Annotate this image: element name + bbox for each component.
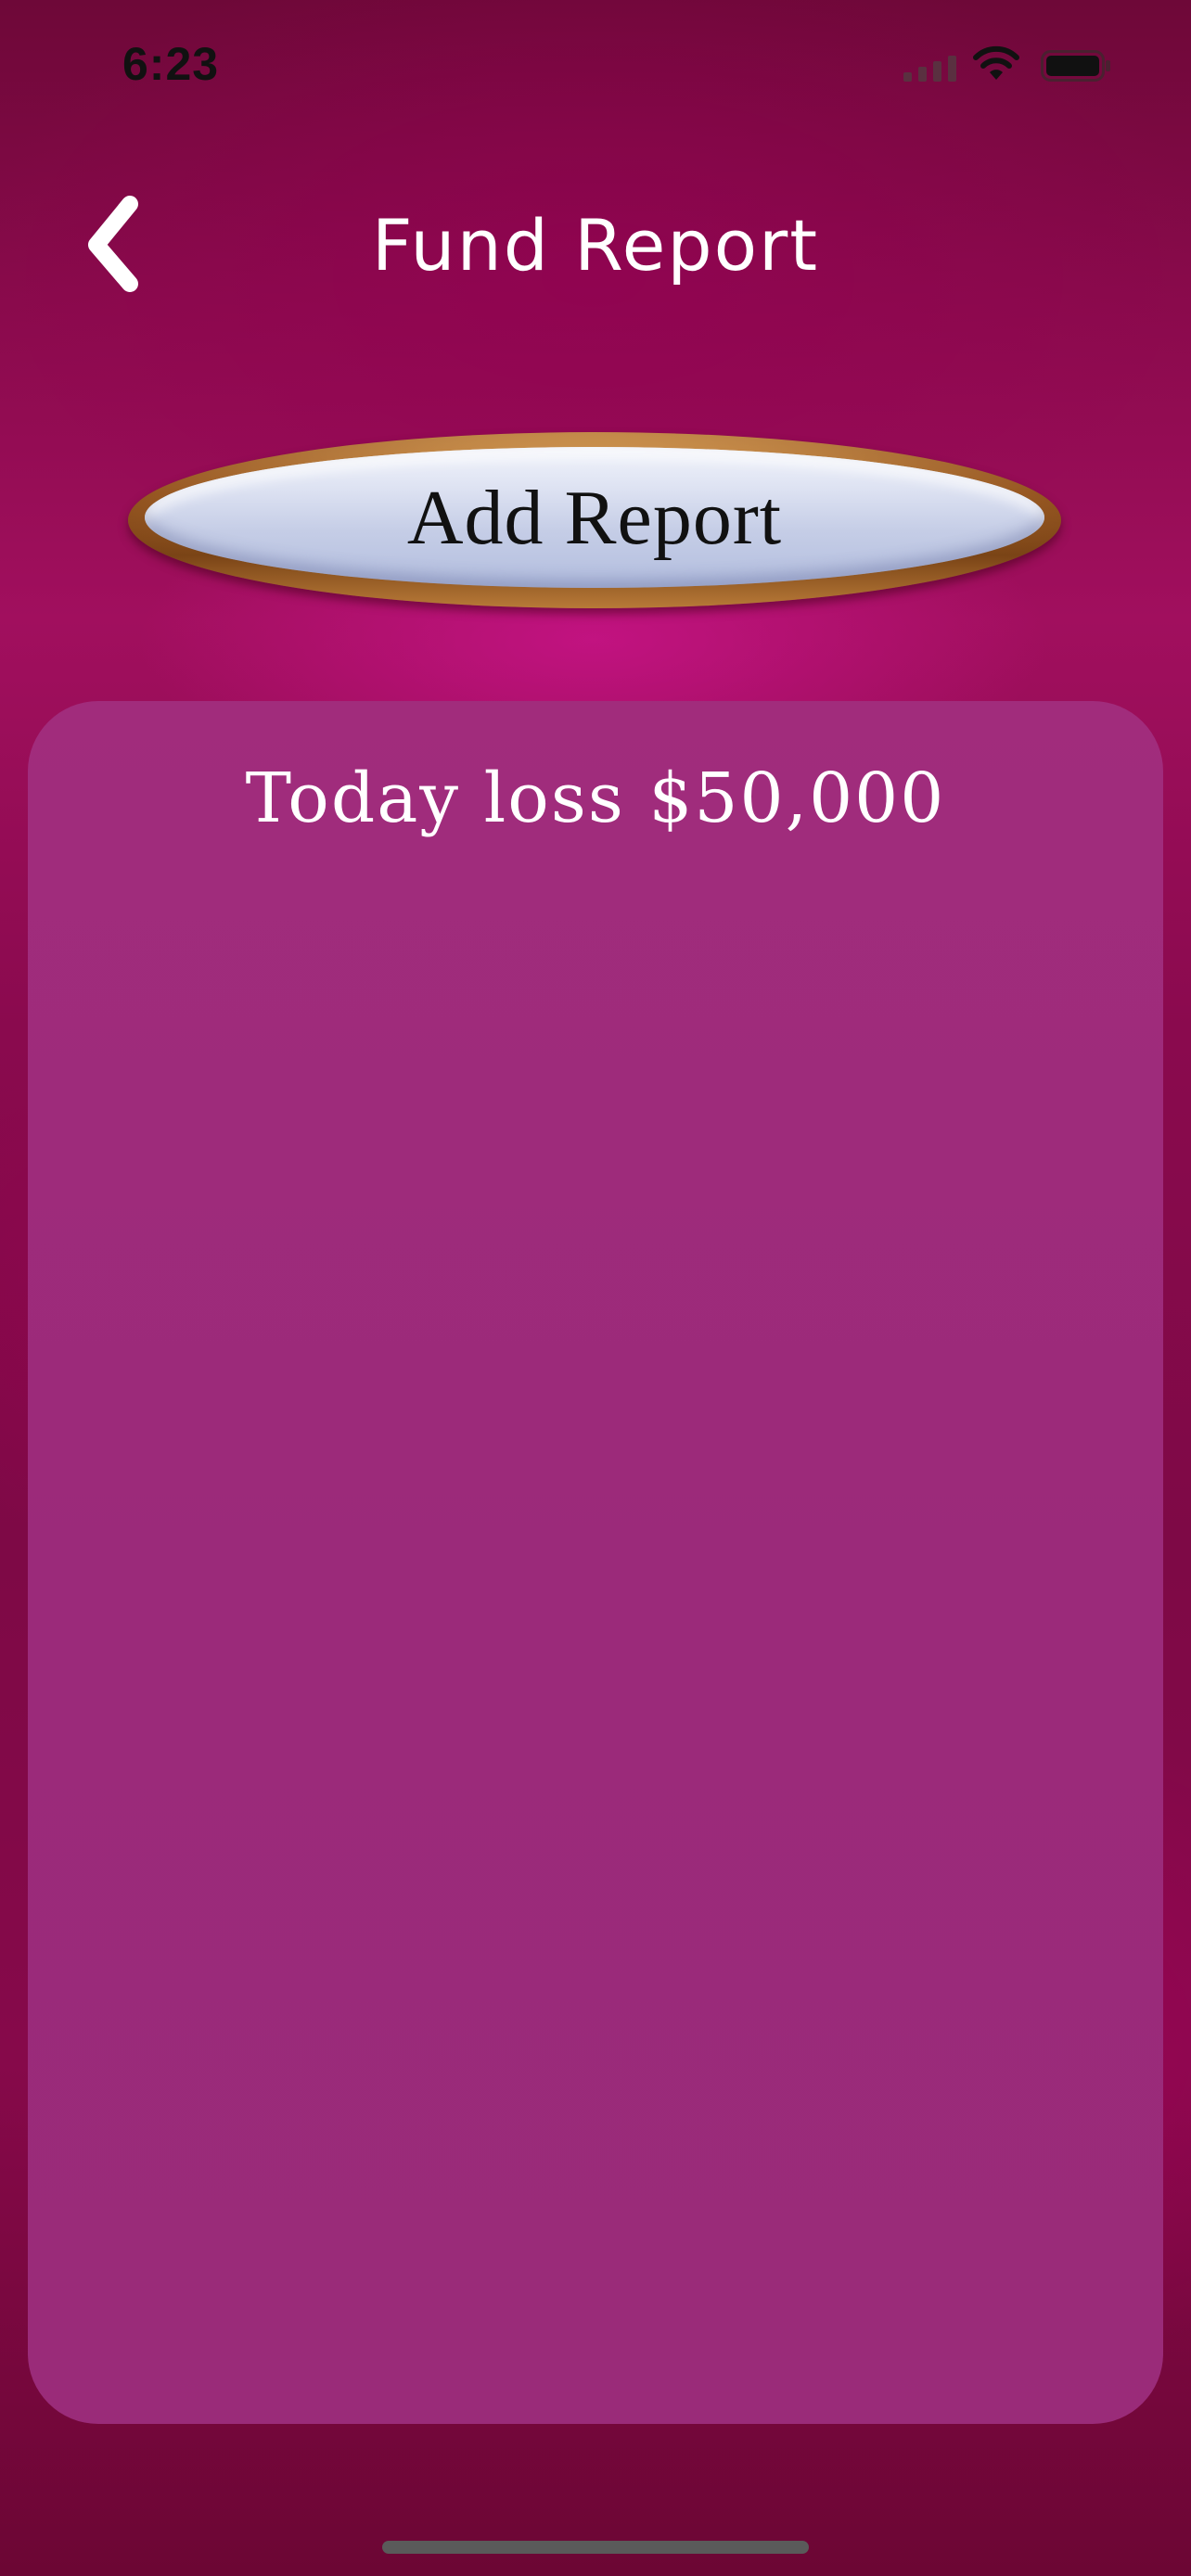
wifi-icon — [973, 45, 1019, 80]
chevron-left-icon — [88, 196, 138, 292]
battery-icon — [1041, 50, 1110, 82]
add-report-label: Add Report — [406, 474, 783, 561]
fund-report-screen: 6:23 Fund Report Add Report Today loss $… — [0, 0, 1191, 2576]
add-report-button-face: Add Report — [145, 447, 1044, 588]
report-entry: Today loss $50,000 — [245, 759, 946, 838]
back-button[interactable] — [72, 184, 156, 304]
page-title: Fund Report — [371, 204, 820, 287]
cellular-signal-icon — [903, 56, 956, 82]
add-report-button[interactable]: Add Report — [128, 432, 1061, 608]
home-indicator[interactable] — [382, 2541, 809, 2554]
status-time: 6:23 — [122, 38, 220, 90]
status-bar: 6:23 — [0, 0, 1191, 130]
report-list-panel: Today loss $50,000 — [28, 701, 1163, 2424]
